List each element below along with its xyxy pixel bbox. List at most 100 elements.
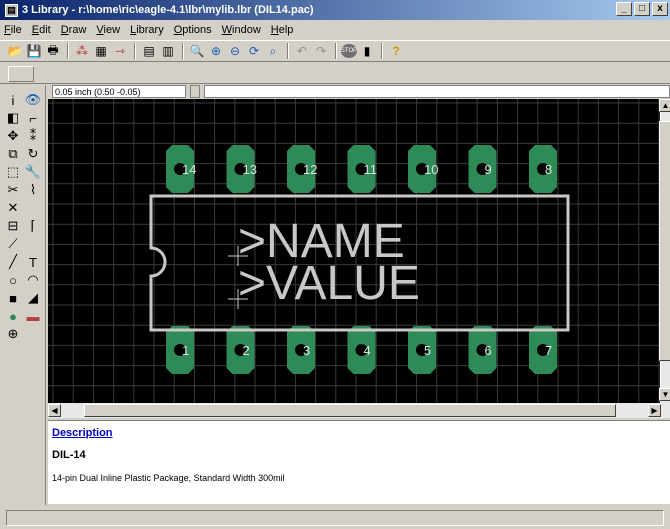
pad-label: 3 [303,343,310,358]
copy-icon[interactable]: ⁑ [24,127,42,145]
command-line-input[interactable] [204,85,670,98]
info-icon[interactable]: i [4,91,22,109]
miter-icon[interactable]: ⌈ [24,217,42,235]
toolbar-separator [287,43,289,59]
rect-icon[interactable]: ■ [4,289,22,307]
zoom-fit-icon[interactable]: 🔍 [188,42,206,60]
save-icon[interactable]: 💾 [25,42,43,60]
pad-label: 4 [364,343,371,358]
display-icon[interactable]: ◧ [4,109,22,127]
pad-label: 10 [424,162,438,177]
cut-icon[interactable]: ✂ [4,181,22,199]
pad-label: 5 [424,343,431,358]
blank-3 [24,325,42,343]
rotate-icon[interactable]: ↻ [24,145,42,163]
blank-2 [24,235,42,253]
zoom-redraw-icon[interactable]: ⟳ [245,42,263,60]
package-drawing[interactable]: 14 13 12 11 10 9 81 2 3 4 5 6 7>NAME>VALUE [48,99,660,403]
name-icon[interactable]: ⊟ [4,217,22,235]
menu-view[interactable]: View [96,24,120,36]
zoom-out-icon[interactable]: ⊖ [226,42,244,60]
scroll-up-button[interactable]: ▲ [659,99,670,112]
package-description: 14-pin Dual Inline Plastic Package, Stan… [52,473,285,483]
pad-label: 1 [182,343,189,358]
split-icon[interactable]: ⟋ [4,235,22,253]
main-toolbar: 📂 💾 🖶 ⁂ ▦ ⇾ ▤ ▥ 🔍 ⊕ ⊖ ⟳ ⌕ ↶ ↷ STOP ▮? [0,40,670,62]
menu-options[interactable]: Options [174,24,212,36]
mark-icon[interactable]: ⌐ [24,109,42,127]
toolbar-separator [335,43,337,59]
coordinate-row: 0.05 inch (0.50 -0.05) [48,85,670,99]
menu-bar: File Edit Draw View Library Options Wind… [0,21,670,39]
run-icon[interactable]: ▥ [159,42,177,60]
open-icon[interactable]: 📂 [6,42,24,60]
circle-icon[interactable]: ○ [4,271,22,289]
mirror-icon[interactable]: ⧉ [4,145,22,163]
pad-label: 2 [243,343,250,358]
pad-label: 8 [545,162,552,177]
redo-icon[interactable]: ↷ [312,42,330,60]
undo-icon[interactable]: ↶ [293,42,311,60]
value-placeholder-text: >VALUE [238,257,420,310]
table-icon[interactable]: ▦ [92,42,110,60]
coordinate-display: 0.05 inch (0.50 -0.05) [52,85,186,98]
vertical-scrollbar[interactable]: ▲ ▼ [659,99,670,403]
go-icon[interactable]: ▮ [358,42,376,60]
blank-1 [24,199,42,217]
arc-icon[interactable]: ◠ [24,271,42,289]
paste-icon[interactable]: ⌇ [24,181,42,199]
status-text [6,510,664,526]
script-icon[interactable]: ▤ [140,42,158,60]
pad-label: 11 [364,162,378,177]
menu-help[interactable]: Help [271,24,294,36]
pad-icon[interactable]: ● [4,307,22,325]
toolbar-grip[interactable] [8,66,34,82]
description-link[interactable]: Description [52,427,666,439]
menu-file[interactable]: File [4,24,22,36]
scroll-left-button[interactable]: ◀ [48,404,61,417]
polygon-icon[interactable]: ◢ [24,289,42,307]
horizontal-scrollbar[interactable]: ◀ ▶ [48,403,670,418]
close-button[interactable]: x [652,2,668,16]
zoom-in-icon[interactable]: ⊕ [207,42,225,60]
wire-icon[interactable]: ╱ [4,253,22,271]
menu-edit[interactable]: Edit [32,24,51,36]
menu-window[interactable]: Window [222,24,261,36]
title-bar: ▤ 3 Library - r:\home\ric\eagle-4.1\lbr\… [0,0,670,20]
horizontal-scroll-thumb[interactable] [84,404,616,417]
scroll-right-button[interactable]: ▶ [648,404,661,417]
hole-icon[interactable]: ⊕ [4,325,22,343]
pad-label: 14 [182,162,196,177]
window-title: 3 Library - r:\home\ric\eagle-4.1\lbr\my… [22,4,314,16]
zoom-select-icon[interactable]: ⌕ [264,42,282,60]
text-icon[interactable]: T [24,253,42,271]
group-icon[interactable]: ⬚ [4,163,22,181]
help-icon[interactable]: ? [387,42,405,60]
print-icon[interactable]: 🖶 [44,42,62,60]
scroll-down-button[interactable]: ▼ [659,388,670,401]
package-name: DIL-14 [52,449,86,461]
pad-label: 6 [485,343,492,358]
toolbar-separator [134,43,136,59]
vertical-scroll-thumb[interactable] [659,121,670,361]
description-panel: Description DIL-14 14-pin Dual Inline Pl… [48,420,670,504]
drawing-canvas[interactable]: 14 13 12 11 10 9 8 1 2 3 4 5 6 7 >NAME >VALUE [48,99,660,403]
menu-draw[interactable]: Draw [61,24,87,36]
maximize-button[interactable]: □ [634,2,650,16]
move-icon[interactable]: ✥ [4,127,22,145]
delete-icon[interactable]: ✕ [4,199,22,217]
stop-icon[interactable]: STOP [341,44,357,58]
pinswap-icon[interactable]: ⁂ [73,42,91,60]
pad-label: 13 [243,162,257,177]
menu-library[interactable]: Library [130,24,164,36]
show-icon[interactable]: 👁 [24,91,42,109]
change-icon[interactable]: 🔧 [24,163,42,181]
parameter-toolbar [0,62,670,84]
status-bar [0,506,670,529]
pin-icon[interactable]: ⇾ [111,42,129,60]
coordinate-button[interactable] [190,85,200,98]
toolbar-separator [381,43,383,59]
app-icon[interactable]: ▤ [5,3,18,17]
smd-icon[interactable]: ▬ [24,307,42,325]
minimize-button[interactable]: _ [616,2,632,16]
